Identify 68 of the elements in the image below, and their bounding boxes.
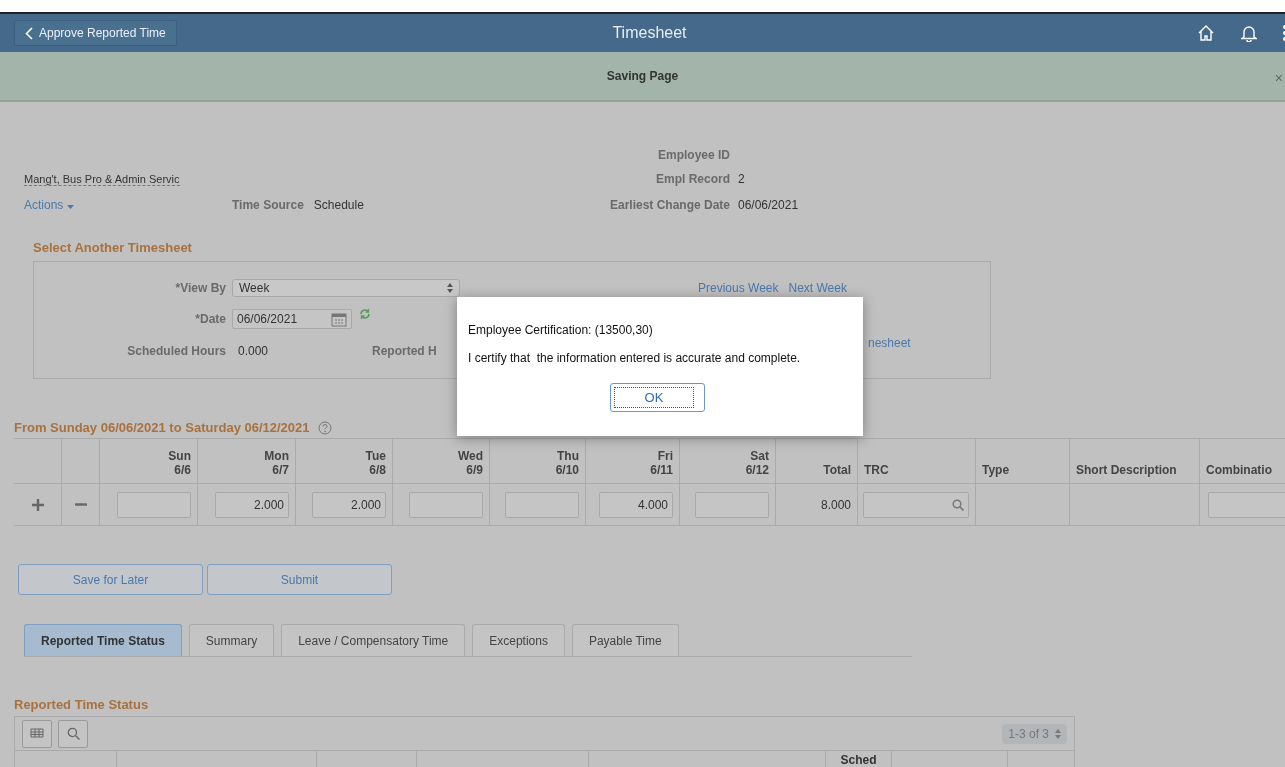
hours-field[interactable]: 2.000: [215, 491, 289, 518]
column-header: Sat 6/12: [680, 439, 776, 484]
remove-row-icon[interactable]: [74, 503, 87, 506]
field-label: Empl Record: [655, 172, 731, 186]
dialog-message: I certify that the information entered is accurate and complete.: [468, 351, 802, 365]
field-label: Reported H: [372, 344, 438, 358]
column-header: TRC: [858, 439, 976, 484]
field-label: Earliest Change Date: [608, 198, 731, 212]
column-header: Total: [776, 439, 858, 484]
column-header: Short Description: [1070, 439, 1200, 484]
tab[interactable]: Reported Time Status: [24, 624, 182, 656]
dialog-title: Employee Certification: (13500,30): [468, 323, 654, 337]
column-header: Combinatio: [1200, 439, 1285, 484]
field-label: *View By: [174, 281, 226, 295]
bell-icon[interactable]: [1241, 24, 1257, 42]
back-button[interactable]: Approve Reported Time: [14, 20, 177, 46]
help-icon[interactable]: [317, 420, 332, 435]
column-header: Tue 6/8: [296, 439, 393, 484]
hours-field[interactable]: [505, 491, 579, 518]
search-icon: [952, 498, 964, 511]
field-value: 0.000: [238, 344, 270, 358]
hours-field[interactable]: 4.000: [599, 491, 673, 518]
field-value: 2: [738, 172, 745, 186]
field-value: 06/06/2021: [738, 198, 799, 212]
date-field[interactable]: 06/06/2021: [232, 309, 352, 329]
column-header: Type: [976, 439, 1070, 484]
grid-view-button[interactable]: [22, 719, 52, 748]
section-title: Select Another Timesheet: [33, 240, 193, 255]
home-icon[interactable]: [1197, 24, 1215, 42]
caret-icon: [66, 205, 74, 209]
column-header: Thu 6/10: [490, 439, 586, 484]
tab[interactable]: Payable Time: [571, 624, 679, 656]
calendar-icon: [331, 311, 347, 327]
table-icon: [30, 727, 44, 740]
search-button[interactable]: [58, 719, 88, 748]
hours-field[interactable]: 2.000: [312, 491, 386, 518]
section-title: Reported Time Status: [14, 697, 150, 712]
ok-button[interactable]: OK: [610, 383, 705, 412]
section-title: From Sunday 06/06/2021 to Saturday 06/12/2021: [14, 420, 310, 435]
column-header: Sun 6/6: [100, 439, 198, 484]
trc-field[interactable]: [863, 491, 969, 518]
stepper-icon: [447, 283, 453, 293]
column-header: Mon 6/7: [198, 439, 296, 484]
add-row-icon[interactable]: [31, 498, 44, 511]
field-value: Schedule: [313, 198, 364, 212]
combination-field[interactable]: [1208, 491, 1285, 518]
banner-message: Saving Page: [606, 69, 679, 83]
tab[interactable]: Exceptions: [472, 624, 565, 656]
hours-field[interactable]: [409, 491, 483, 518]
total-hours: 8.000: [820, 497, 851, 512]
field-label: Employee ID: [656, 148, 731, 162]
column-header: Fri 6/11: [586, 439, 680, 484]
search-icon: [66, 727, 80, 740]
view-by-select[interactable]: Week: [232, 279, 460, 297]
tab[interactable]: Leave / Compensatory Time: [281, 624, 466, 656]
tab[interactable]: Summary: [188, 624, 275, 656]
hours-field[interactable]: [117, 491, 191, 518]
chevron-left-icon: [25, 26, 33, 40]
column-header: Wed 6/9: [393, 439, 490, 484]
page-header-title: Timesheet: [612, 24, 687, 42]
stepper-icon: [1055, 728, 1061, 739]
field-label: Time Source: [232, 198, 304, 212]
field-label: Scheduled Hours: [126, 344, 226, 358]
field-label: *Date: [194, 312, 226, 326]
column-header: Sched: [826, 751, 892, 767]
department-name: Mang't, Bus Pro & Admin Servic: [24, 172, 180, 186]
hours-field[interactable]: [695, 491, 769, 518]
refresh-icon[interactable]: [359, 308, 371, 320]
